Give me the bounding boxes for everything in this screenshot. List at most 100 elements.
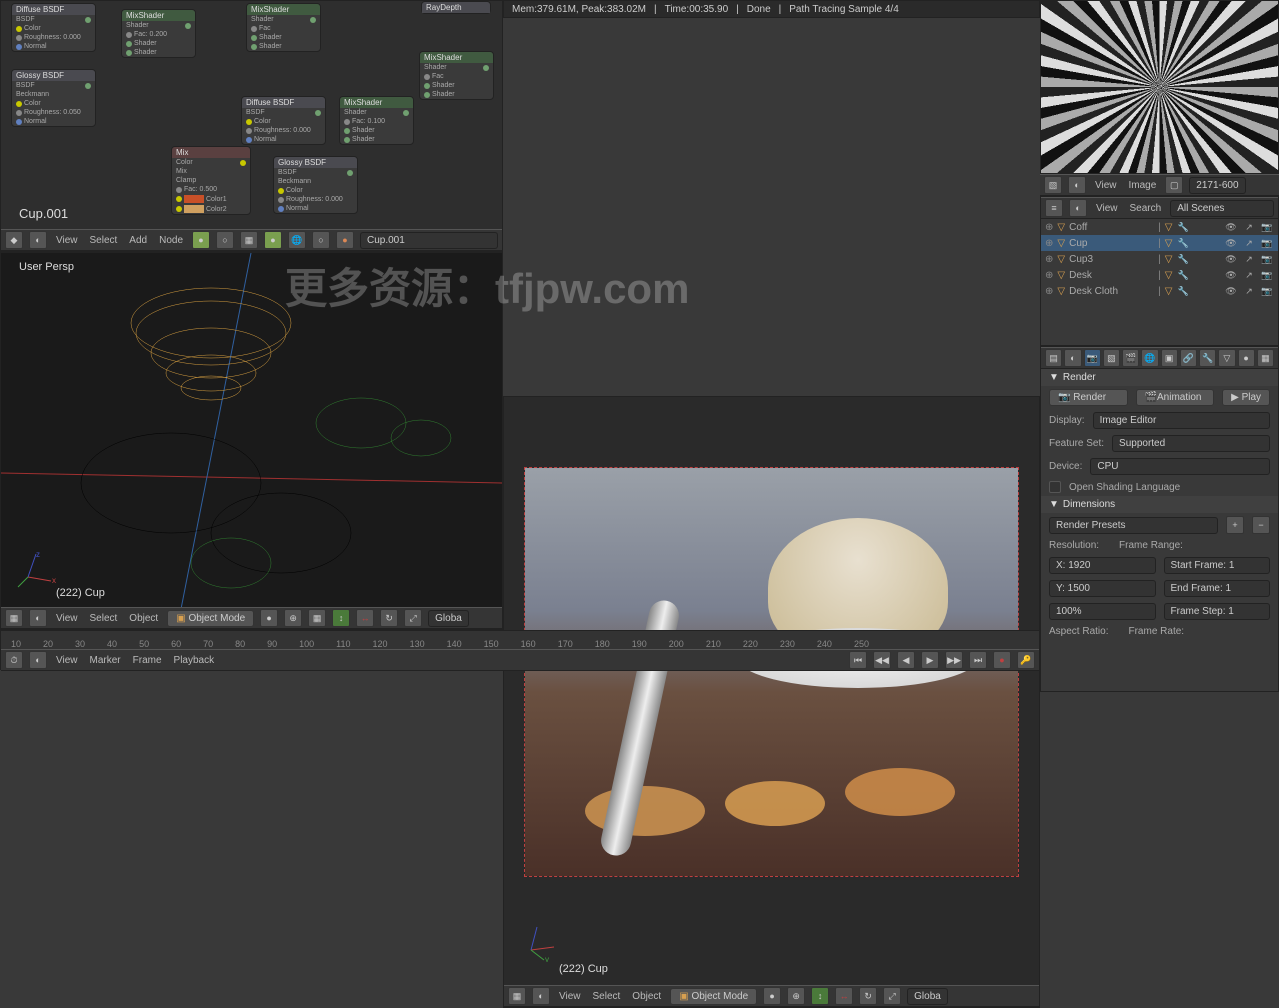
expand-icon[interactable]: ◐ bbox=[29, 231, 47, 249]
menu-view[interactable]: View bbox=[1093, 203, 1121, 214]
menu-marker[interactable]: Marker bbox=[87, 655, 124, 666]
world-icon[interactable]: 🌐 bbox=[288, 231, 306, 249]
editor-type-icon[interactable]: ▦ bbox=[5, 609, 23, 627]
menu-view[interactable]: View bbox=[556, 991, 584, 1002]
device-field[interactable]: CPU bbox=[1090, 458, 1270, 475]
scale-icon[interactable]: ⤢ bbox=[883, 987, 901, 1005]
next-key-icon[interactable]: ▶▶ bbox=[945, 651, 963, 669]
play-icon[interactable]: ▶ bbox=[921, 651, 939, 669]
render-panel-header[interactable]: ▼ Render bbox=[1041, 369, 1278, 386]
editor-type-icon[interactable]: ▤ bbox=[1045, 349, 1062, 367]
featureset-field[interactable]: Supported bbox=[1112, 435, 1270, 452]
node-mixshader-3[interactable]: MixShader Shader Fac: 0.100 Shader Shade… bbox=[339, 96, 414, 145]
tab-texture[interactable]: ▦ bbox=[1257, 349, 1274, 367]
rotate-icon[interactable]: ↻ bbox=[859, 987, 877, 1005]
res-y-field[interactable]: Y: 1500 bbox=[1049, 580, 1156, 597]
menu-object[interactable]: Object bbox=[126, 613, 161, 624]
expand-icon[interactable]: ◐ bbox=[1068, 176, 1086, 194]
timeline[interactable]: 1020304050607080901001101201301401501601… bbox=[0, 630, 1040, 670]
osl-checkbox[interactable] bbox=[1049, 481, 1061, 493]
remove-preset-icon[interactable]: − bbox=[1252, 516, 1270, 534]
node-glossy-bsdf-2[interactable]: Glossy BSDF BSDF Beckmann Color Roughnes… bbox=[273, 156, 358, 214]
node-mix[interactable]: Mix Color Mix Clamp Fac: 0.500 Color1 Co… bbox=[171, 146, 251, 215]
end-frame-field[interactable]: End Frame: 1 bbox=[1164, 580, 1271, 597]
animation-button[interactable]: 🎬Animation bbox=[1136, 389, 1215, 406]
lamp-icon[interactable]: ○ bbox=[312, 231, 330, 249]
move-icon[interactable]: ↔ bbox=[356, 609, 374, 627]
editor-type-icon[interactable]: ▧ bbox=[1044, 176, 1062, 194]
tab-data[interactable]: ▽ bbox=[1218, 349, 1235, 367]
shading-icon[interactable]: ● bbox=[763, 987, 781, 1005]
material-icon[interactable]: ● bbox=[336, 231, 354, 249]
move-icon[interactable]: ↔ bbox=[835, 987, 853, 1005]
manipulator-icon[interactable]: ↕ bbox=[811, 987, 829, 1005]
mode-selector[interactable]: ▣ Object Mode bbox=[670, 988, 757, 1005]
node-mixshader[interactable]: MixShader Shader Fac: 0.200 Shader Shade… bbox=[121, 9, 196, 58]
pivot-icon[interactable]: ⊕ bbox=[284, 609, 302, 627]
start-frame-field[interactable]: Start Frame: 1 bbox=[1164, 557, 1271, 574]
jump-end-icon[interactable]: ⏭ bbox=[969, 651, 987, 669]
menu-playback[interactable]: Playback bbox=[171, 655, 218, 666]
viewport-3d[interactable]: User Persp xz (222) Cup ▦ ◐ View Select … bbox=[0, 252, 503, 630]
tab-constraints[interactable]: 🔗 bbox=[1180, 349, 1197, 367]
node-raydepth[interactable]: RayDepth bbox=[421, 1, 491, 14]
tab-material[interactable]: ● bbox=[1238, 349, 1255, 367]
outliner-item[interactable]: ⊕ ▽ Cup | ▽ 🔧 👁↗📷 bbox=[1041, 235, 1278, 251]
material-field[interactable]: Cup.001 bbox=[360, 232, 498, 249]
layers-icon[interactable]: ▦ bbox=[308, 609, 326, 627]
outliner-item[interactable]: ⊕ ▽ Coff | ▽ 🔧 👁↗📷 bbox=[1041, 219, 1278, 235]
editor-type-icon[interactable]: ◆ bbox=[5, 231, 23, 249]
editor-type-icon[interactable]: ▦ bbox=[508, 987, 526, 1005]
node-mixshader-4[interactable]: MixShader Shader Fac Shader Shader bbox=[419, 51, 494, 100]
menu-select[interactable]: Select bbox=[87, 613, 121, 624]
image-editor[interactable] bbox=[1040, 0, 1279, 174]
node-diffuse-bsdf[interactable]: Diffuse BSDF BSDF Color Roughness: 0.000… bbox=[11, 3, 96, 52]
expand-icon[interactable]: ◐ bbox=[1064, 349, 1081, 367]
menu-select[interactable]: Select bbox=[590, 991, 624, 1002]
outliner-item[interactable]: ⊕ ▽ Cup3 | ▽ 🔧 👁↗📷 bbox=[1041, 251, 1278, 267]
menu-search[interactable]: Search bbox=[1127, 203, 1165, 214]
scale-icon[interactable]: ⤢ bbox=[404, 609, 422, 627]
manipulator-icon[interactable]: ↕ bbox=[332, 609, 350, 627]
node-mixshader-2[interactable]: MixShader Shader Fac Shader Shader bbox=[246, 3, 321, 52]
object-icon[interactable]: ● bbox=[264, 231, 282, 249]
add-preset-icon[interactable]: + bbox=[1226, 516, 1244, 534]
node-diffuse-bsdf-2[interactable]: Diffuse BSDF BSDF Color Roughness: 0.000… bbox=[241, 96, 326, 145]
display-field[interactable]: Image Editor bbox=[1093, 412, 1270, 429]
record-icon[interactable]: ● bbox=[993, 651, 1011, 669]
res-pct-field[interactable]: 100% bbox=[1049, 603, 1156, 620]
prev-key-icon[interactable]: ◀◀ bbox=[873, 651, 891, 669]
node-glossy-bsdf[interactable]: Glossy BSDF BSDF Beckmann Color Roughnes… bbox=[11, 69, 96, 127]
scenes-selector[interactable]: All Scenes bbox=[1170, 200, 1274, 217]
compositor-icon[interactable]: ○ bbox=[216, 231, 234, 249]
expand-icon[interactable]: ◐ bbox=[29, 609, 47, 627]
tab-scene[interactable]: 🎬 bbox=[1122, 349, 1139, 367]
menu-object[interactable]: Object bbox=[629, 991, 664, 1002]
menu-view[interactable]: View bbox=[1092, 180, 1120, 191]
menu-node[interactable]: Node bbox=[156, 235, 186, 246]
dimensions-header[interactable]: ▼ Dimensions bbox=[1041, 496, 1278, 513]
image-name[interactable]: 2171-600 bbox=[1189, 177, 1245, 194]
editor-type-icon[interactable]: ≡ bbox=[1045, 199, 1063, 217]
play-button[interactable]: ▶ Play bbox=[1222, 389, 1270, 406]
rotate-icon[interactable]: ↻ bbox=[380, 609, 398, 627]
outliner-item[interactable]: ⊕ ▽ Desk Cloth | ▽ 🔧 👁↗📷 bbox=[1041, 283, 1278, 299]
shader-type-icon[interactable]: ● bbox=[192, 231, 210, 249]
tab-render[interactable]: 📷 bbox=[1084, 349, 1101, 367]
shading-icon[interactable]: ● bbox=[260, 609, 278, 627]
menu-image[interactable]: Image bbox=[1126, 180, 1160, 191]
pivot-icon[interactable]: ⊕ bbox=[787, 987, 805, 1005]
menu-view[interactable]: View bbox=[53, 655, 81, 666]
presets-field[interactable]: Render Presets bbox=[1049, 517, 1218, 534]
editor-type-icon[interactable]: ⏱ bbox=[5, 651, 23, 669]
jump-start-icon[interactable]: ⏮ bbox=[849, 651, 867, 669]
expand-icon[interactable]: ◐ bbox=[532, 987, 550, 1005]
menu-view[interactable]: View bbox=[53, 613, 81, 624]
tab-layers[interactable]: ▧ bbox=[1103, 349, 1120, 367]
expand-icon[interactable]: ◐ bbox=[1069, 199, 1087, 217]
frame-step-field[interactable]: Frame Step: 1 bbox=[1164, 603, 1271, 620]
expand-icon[interactable]: ◐ bbox=[29, 651, 47, 669]
play-reverse-icon[interactable]: ◀ bbox=[897, 651, 915, 669]
orientation[interactable]: Globa bbox=[907, 988, 948, 1005]
menu-add[interactable]: Add bbox=[126, 235, 150, 246]
